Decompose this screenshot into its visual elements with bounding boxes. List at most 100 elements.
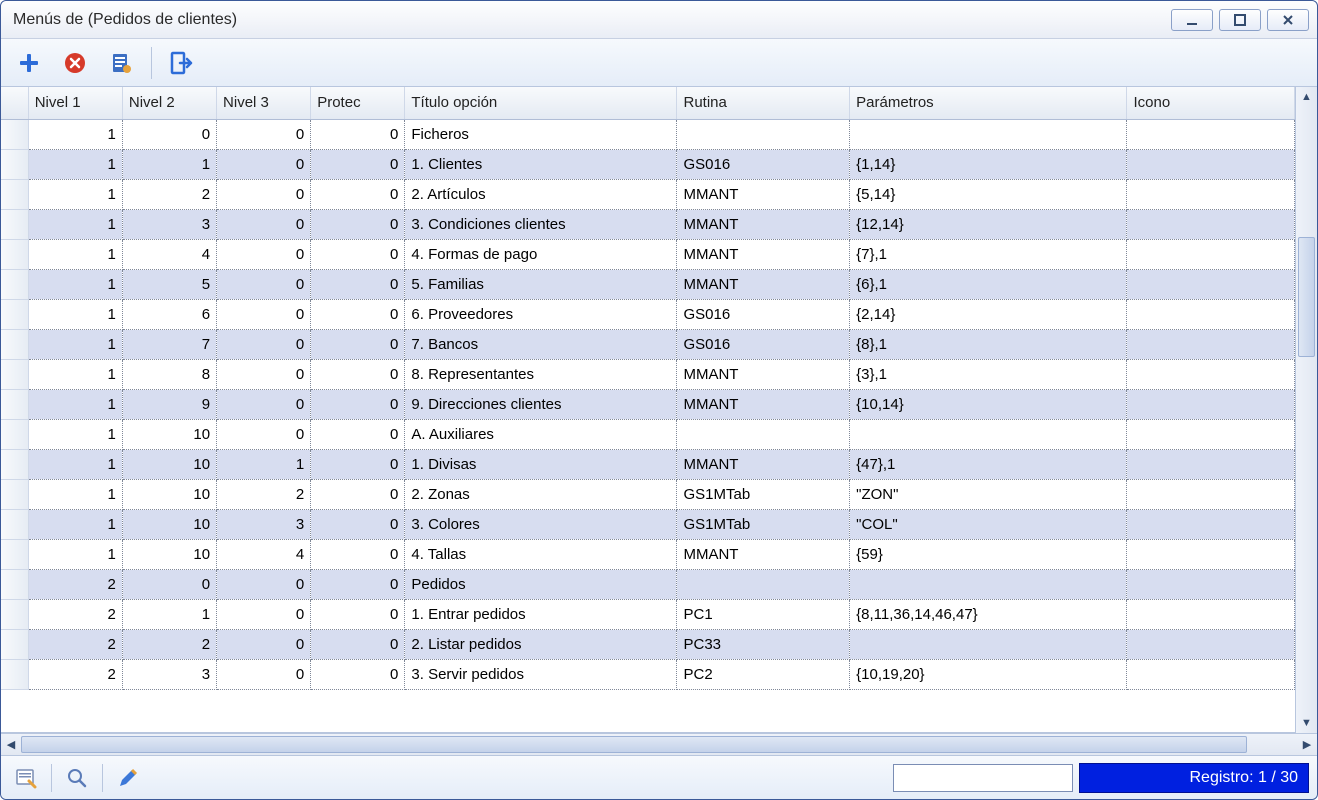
cell-nivel1[interactable]: 1 <box>28 299 122 329</box>
cell-nivel1[interactable]: 1 <box>28 539 122 569</box>
cell-protec[interactable]: 0 <box>311 299 405 329</box>
cell-nivel1[interactable]: 1 <box>28 389 122 419</box>
hscroll-thumb[interactable] <box>21 736 1247 753</box>
cell-param[interactable]: {8},1 <box>850 329 1127 359</box>
col-icono[interactable]: Icono <box>1127 87 1295 119</box>
data-grid[interactable]: Nivel 1 Nivel 2 Nivel 3 Protec Título op… <box>1 87 1295 690</box>
cell-nivel3[interactable]: 0 <box>217 149 311 179</box>
cell-protec[interactable]: 0 <box>311 389 405 419</box>
cell-nivel2[interactable]: 5 <box>122 269 216 299</box>
cell-nivel3[interactable]: 1 <box>217 449 311 479</box>
cell-rutina[interactable]: PC33 <box>677 629 850 659</box>
cell-icono[interactable] <box>1127 659 1295 689</box>
cell-titulo[interactable]: 9. Direcciones clientes <box>405 389 677 419</box>
cell-nivel1[interactable]: 2 <box>28 599 122 629</box>
cell-param[interactable]: {12,14} <box>850 209 1127 239</box>
row-selector-cell[interactable] <box>1 329 28 359</box>
cell-protec[interactable]: 0 <box>311 239 405 269</box>
cell-nivel2[interactable]: 2 <box>122 179 216 209</box>
cell-nivel2[interactable]: 6 <box>122 299 216 329</box>
cell-rutina[interactable]: GS016 <box>677 149 850 179</box>
table-row[interactable]: 21001. Entrar pedidosPC1{8,11,36,14,46,4… <box>1 599 1295 629</box>
cell-icono[interactable] <box>1127 299 1295 329</box>
cell-titulo[interactable]: 2. Zonas <box>405 479 677 509</box>
cell-rutina[interactable]: MMANT <box>677 389 850 419</box>
cell-nivel1[interactable]: 1 <box>28 209 122 239</box>
cell-titulo[interactable]: 3. Servir pedidos <box>405 659 677 689</box>
cell-param[interactable]: {47},1 <box>850 449 1127 479</box>
table-row[interactable]: 11001. ClientesGS016{1,14} <box>1 149 1295 179</box>
row-selector-cell[interactable] <box>1 599 28 629</box>
edit-form-button[interactable] <box>9 763 43 793</box>
cell-nivel2[interactable]: 10 <box>122 509 216 539</box>
cell-titulo[interactable]: 7. Bancos <box>405 329 677 359</box>
table-row[interactable]: 19009. Direcciones clientesMMANT{10,14} <box>1 389 1295 419</box>
cell-titulo[interactable]: 2. Artículos <box>405 179 677 209</box>
table-row[interactable]: 110202. ZonasGS1MTab"ZON" <box>1 479 1295 509</box>
cell-nivel1[interactable]: 1 <box>28 479 122 509</box>
cell-nivel2[interactable]: 3 <box>122 209 216 239</box>
cell-nivel1[interactable]: 2 <box>28 569 122 599</box>
cell-protec[interactable]: 0 <box>311 419 405 449</box>
cell-titulo[interactable]: 5. Familias <box>405 269 677 299</box>
cell-rutina[interactable]: GS016 <box>677 299 850 329</box>
cell-protec[interactable]: 0 <box>311 179 405 209</box>
cell-titulo[interactable]: Pedidos <box>405 569 677 599</box>
table-row[interactable]: 110404. TallasMMANT{59} <box>1 539 1295 569</box>
row-selector-cell[interactable] <box>1 269 28 299</box>
cell-rutina[interactable]: GS016 <box>677 329 850 359</box>
cell-nivel2[interactable]: 2 <box>122 629 216 659</box>
cell-nivel3[interactable]: 4 <box>217 539 311 569</box>
row-selector-cell[interactable] <box>1 119 28 149</box>
delete-button[interactable] <box>55 45 95 81</box>
table-row[interactable]: 18008. RepresentantesMMANT{3},1 <box>1 359 1295 389</box>
table-row[interactable]: 1000Ficheros <box>1 119 1295 149</box>
cell-nivel1[interactable]: 1 <box>28 329 122 359</box>
cell-protec[interactable]: 0 <box>311 359 405 389</box>
cell-icono[interactable] <box>1127 359 1295 389</box>
cell-nivel2[interactable]: 9 <box>122 389 216 419</box>
table-row[interactable]: 17007. BancosGS016{8},1 <box>1 329 1295 359</box>
table-row[interactable]: 14004. Formas de pagoMMANT{7},1 <box>1 239 1295 269</box>
cell-rutina[interactable]: MMANT <box>677 239 850 269</box>
cell-titulo[interactable]: 6. Proveedores <box>405 299 677 329</box>
row-selector-cell[interactable] <box>1 569 28 599</box>
col-protec[interactable]: Protec <box>311 87 405 119</box>
cell-nivel3[interactable]: 0 <box>217 659 311 689</box>
cell-icono[interactable] <box>1127 539 1295 569</box>
cell-nivel3[interactable]: 0 <box>217 209 311 239</box>
cell-param[interactable] <box>850 629 1127 659</box>
cell-titulo[interactable]: 3. Condiciones clientes <box>405 209 677 239</box>
properties-button[interactable] <box>101 45 141 81</box>
cell-nivel2[interactable]: 8 <box>122 359 216 389</box>
cell-icono[interactable] <box>1127 509 1295 539</box>
cell-titulo[interactable]: 1. Entrar pedidos <box>405 599 677 629</box>
cell-rutina[interactable] <box>677 569 850 599</box>
cell-nivel1[interactable]: 1 <box>28 419 122 449</box>
cell-rutina[interactable]: MMANT <box>677 209 850 239</box>
scroll-up-arrow[interactable]: ▲ <box>1296 87 1317 107</box>
row-selector-cell[interactable] <box>1 629 28 659</box>
row-selector-cell[interactable] <box>1 299 28 329</box>
cell-param[interactable]: {3},1 <box>850 359 1127 389</box>
search-button[interactable] <box>60 763 94 793</box>
cell-nivel3[interactable]: 0 <box>217 569 311 599</box>
cell-nivel3[interactable]: 0 <box>217 389 311 419</box>
row-selector-cell[interactable] <box>1 359 28 389</box>
cell-titulo[interactable]: 2. Listar pedidos <box>405 629 677 659</box>
cell-rutina[interactable]: PC2 <box>677 659 850 689</box>
row-selector-cell[interactable] <box>1 539 28 569</box>
cell-rutina[interactable]: MMANT <box>677 269 850 299</box>
col-param[interactable]: Parámetros <box>850 87 1127 119</box>
cell-titulo[interactable]: 1. Clientes <box>405 149 677 179</box>
cell-nivel2[interactable]: 10 <box>122 539 216 569</box>
hscroll-track[interactable] <box>21 734 1297 755</box>
grid-body[interactable]: Nivel 1 Nivel 2 Nivel 3 Protec Título op… <box>1 87 1295 733</box>
cell-protec[interactable]: 0 <box>311 539 405 569</box>
scroll-track[interactable] <box>1296 107 1317 713</box>
cell-param[interactable]: "COL" <box>850 509 1127 539</box>
table-row[interactable]: 16006. ProveedoresGS016{2,14} <box>1 299 1295 329</box>
cell-param[interactable]: {10,14} <box>850 389 1127 419</box>
cell-param[interactable]: {5,14} <box>850 179 1127 209</box>
cell-protec[interactable]: 0 <box>311 659 405 689</box>
